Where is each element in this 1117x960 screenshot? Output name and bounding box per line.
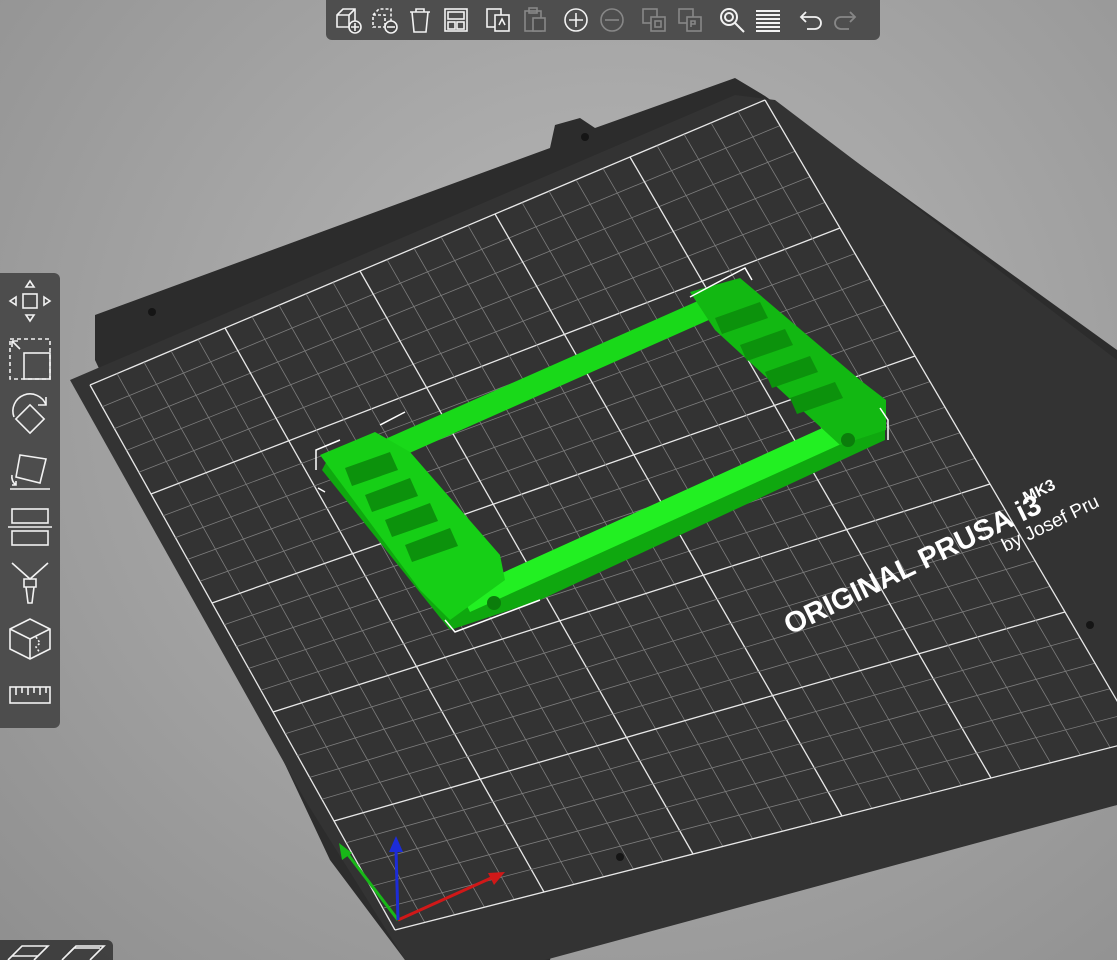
add-instance-icon (564, 8, 588, 32)
preview-icon (61, 945, 106, 960)
layers-icon (756, 10, 780, 32)
add-button[interactable] (331, 3, 365, 37)
delete-all-button[interactable] (403, 3, 437, 37)
arrange-icon (444, 8, 468, 32)
copy-icon (486, 8, 510, 32)
paint-supports-icon (11, 562, 49, 604)
undo-icon (799, 11, 822, 30)
delete-icon (372, 8, 398, 34)
move-button[interactable] (4, 275, 56, 327)
seam-painting-icon (9, 618, 51, 660)
delete-button[interactable] (367, 3, 401, 37)
copy-button[interactable] (481, 3, 515, 37)
measure-button[interactable] (4, 669, 56, 721)
split-parts-button[interactable] (673, 3, 707, 37)
scale-icon (9, 338, 51, 380)
search-button[interactable] (715, 3, 749, 37)
move-icon (8, 279, 52, 323)
cut-icon (8, 508, 52, 546)
remove-instance-button[interactable] (595, 3, 629, 37)
layers-editing-button[interactable] (751, 3, 785, 37)
redo-icon (834, 11, 857, 30)
split-objects-icon (642, 8, 666, 32)
paste-button[interactable] (517, 3, 551, 37)
arrange-button[interactable] (439, 3, 473, 37)
3d-viewport[interactable]: ORIGINAL PRUSA i3 MK3 by Josef Pru (0, 0, 1117, 960)
add-instance-button[interactable] (559, 3, 593, 37)
view-switch (0, 940, 113, 960)
search-icon (720, 8, 745, 33)
split-parts-icon (678, 8, 702, 32)
place-on-face-button[interactable] (4, 445, 56, 497)
undo-button[interactable] (793, 3, 827, 37)
paint-supports-button[interactable] (4, 557, 56, 609)
delete-all-icon (410, 8, 430, 33)
seam-painting-button[interactable] (4, 613, 56, 665)
3d-view-icon (7, 945, 50, 960)
redo-button[interactable] (829, 3, 863, 37)
rotate-button[interactable] (4, 389, 56, 441)
add-icon (336, 8, 362, 34)
scale-button[interactable] (4, 333, 56, 385)
rotate-icon (12, 393, 47, 435)
3d-view-button[interactable] (4, 940, 56, 960)
split-objects-button[interactable] (637, 3, 671, 37)
measure-icon (9, 686, 51, 704)
left-gizmo-toolbar (0, 273, 60, 728)
remove-instance-icon (600, 8, 624, 32)
paste-icon (524, 7, 546, 32)
cut-button[interactable] (4, 501, 56, 553)
place-on-face-icon (10, 454, 50, 490)
preview-button[interactable] (60, 940, 112, 960)
top-toolbar (326, 0, 880, 40)
